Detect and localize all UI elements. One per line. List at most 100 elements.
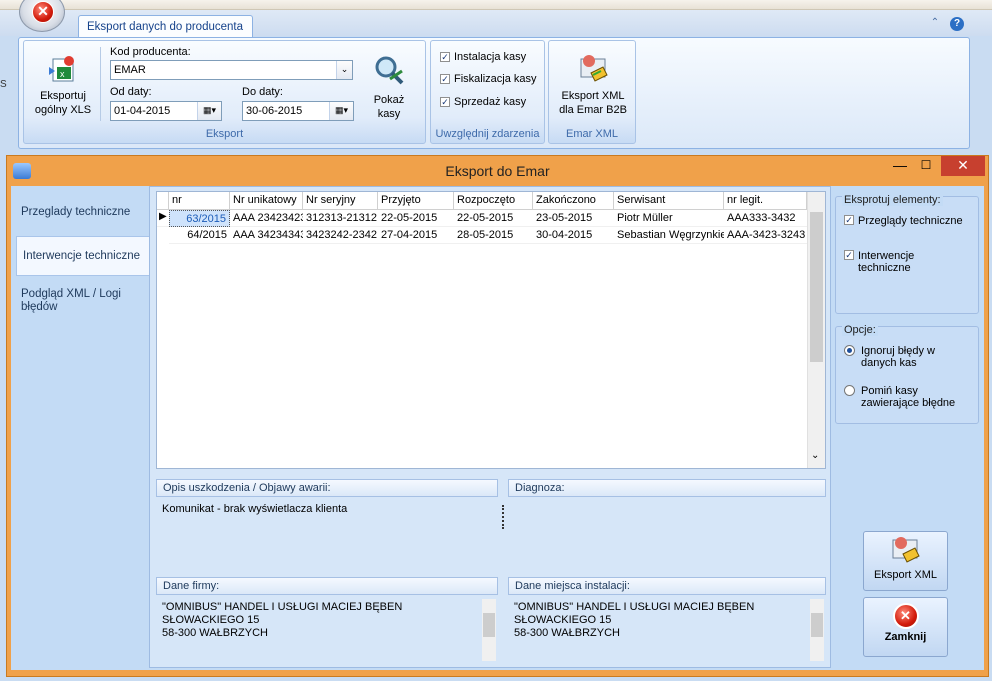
check-icon: ✓: [440, 74, 450, 84]
dialog-client-area: Przeglady techniczne Interwencje technic…: [11, 186, 984, 670]
table-cell[interactable]: 64/2015: [169, 227, 230, 244]
close-label: Zamknij: [884, 631, 927, 643]
grid-scrollbar[interactable]: ⌄: [807, 192, 825, 468]
table-cell[interactable]: 312313-21312: [303, 210, 378, 227]
nav-tab-interventions[interactable]: Interwencje techniczne: [16, 236, 154, 276]
divider: [100, 47, 101, 121]
fiscal-checkbox[interactable]: ✓ Fiskalizacja kasy: [440, 73, 537, 85]
table-cell[interactable]: AAA-3423-3243: [724, 227, 807, 244]
calendar-icon[interactable]: ▦▾: [197, 102, 221, 120]
company-data-box: Dane firmy: "OMNIBUS" HANDEL I USŁUGI MA…: [156, 577, 498, 665]
install-site-scrollbar[interactable]: [810, 599, 824, 661]
column-header[interactable]: nr legit.: [724, 192, 807, 210]
date-from-field[interactable]: 01-04-2015 ▦▾: [110, 101, 222, 121]
table-cell[interactable]: 30-04-2015: [533, 227, 614, 244]
help-icon[interactable]: ?: [950, 17, 964, 31]
nav-tab-xml-logs[interactable]: Podgląd XML / Logi błędów: [15, 279, 149, 323]
splitter-handle[interactable]: [502, 505, 504, 529]
table-cell[interactable]: 22-05-2015: [454, 210, 533, 227]
ribbon-tab-export[interactable]: Eksport danych do producenta: [78, 15, 253, 38]
table-cell[interactable]: 28-05-2015: [454, 227, 533, 244]
table-cell[interactable]: Piotr Müller: [614, 210, 724, 227]
install-checkbox[interactable]: ✓ Instalacja kasy: [440, 51, 526, 63]
close-button[interactable]: ✕ Zamknij: [863, 597, 948, 657]
producer-value: EMAR: [114, 64, 146, 76]
column-header[interactable]: Nr seryjny: [303, 192, 378, 210]
date-to-label: Do daty:: [242, 86, 283, 98]
app-title-bar: [0, 0, 992, 10]
ignore-errors-label: Ignoruj błędy w danych kas: [861, 345, 935, 369]
options-group: Opcje: Ignoruj błędy w danych kas Pomiń …: [835, 324, 979, 424]
maximize-icon[interactable]: ☐: [913, 158, 939, 176]
reviews-label: Przeglądy techniczne: [858, 215, 963, 227]
window-close-button[interactable]: ✕: [941, 156, 985, 176]
table-cell[interactable]: AAA 34234343: [230, 227, 303, 244]
table-cell[interactable]: 63/2015: [169, 210, 230, 227]
date-to-field[interactable]: 30-06-2015 ▦▾: [242, 101, 354, 121]
company-data-text[interactable]: "OMNIBUS" HANDEL I USŁUGI MACIEJ BĘBEN S…: [156, 595, 498, 646]
producer-select[interactable]: EMAR ⌄: [110, 60, 353, 80]
table-cell[interactable]: 3423242-2342: [303, 227, 378, 244]
minimize-icon[interactable]: —: [887, 158, 913, 176]
install-site-box: Dane miejsca instalacji: "OMNIBUS" HANDE…: [508, 577, 826, 665]
collapse-ribbon-icon[interactable]: ⌃: [928, 17, 942, 31]
scrollbar-thumb[interactable]: [811, 613, 823, 637]
group-label-export: Eksport: [205, 128, 244, 140]
reviews-checkbox[interactable]: ✓ Przeglądy techniczne: [844, 215, 963, 227]
table-cell[interactable]: 23-05-2015: [533, 210, 614, 227]
row-indicator-header: [157, 192, 169, 210]
install-site-text[interactable]: "OMNIBUS" HANDEL I USŁUGI MACIEJ BĘBEN S…: [508, 595, 826, 646]
sale-checkbox[interactable]: ✓ Sprzedaż kasy: [440, 96, 526, 108]
date-to-value: 30-06-2015: [246, 105, 303, 117]
calendar-icon[interactable]: ▦▾: [329, 102, 353, 120]
chevron-down-icon[interactable]: ⌄: [336, 61, 352, 79]
column-header[interactable]: Przyjęto: [378, 192, 454, 210]
table-cell[interactable]: 22-05-2015: [378, 210, 454, 227]
fault-description-text[interactable]: Komunikat - brak wyświetlacza klienta: [156, 497, 498, 522]
ignore-errors-radio[interactable]: Ignoruj błędy w danych kas: [844, 345, 964, 369]
address-line: SŁOWACKIEGO 15: [514, 614, 612, 626]
company-scrollbar[interactable]: [482, 599, 496, 661]
interventions-grid[interactable]: nr Nr unikatowy Nr seryjny Przyjęto Rozp…: [156, 191, 826, 469]
window-title: Eksport do Emar: [445, 163, 550, 179]
interventions-checkbox[interactable]: ✓ Interwencje techniczne: [844, 250, 964, 274]
export-xml-b2b-button[interactable]: Eksport XML dla Emar B2B: [553, 45, 633, 121]
current-row-indicator: ▶: [157, 210, 169, 227]
chevron-down-icon[interactable]: ⌄: [811, 450, 819, 461]
column-header[interactable]: Zakończono: [533, 192, 614, 210]
export-dialog: Eksport do Emar — ☐ ✕ Przeglady technicz…: [6, 155, 989, 677]
excel-export-icon: x: [49, 56, 74, 82]
address-line: 58-300 WAŁBRZYCH: [162, 627, 268, 639]
show-registers-label: Pokaż kasy: [373, 94, 405, 120]
skip-registers-radio[interactable]: Pomiń kasy zawierające błędne: [844, 385, 968, 409]
install-site-header: Dane miejsca instalacji:: [508, 577, 826, 595]
scrollbar-thumb[interactable]: [810, 212, 823, 362]
xml-export-icon: [580, 55, 608, 82]
ribbon-group-xml: Eksport XML dla Emar B2B Emar XML: [548, 40, 636, 144]
scrollbar-thumb[interactable]: [483, 613, 495, 637]
show-registers-button[interactable]: Pokaż kasy: [364, 45, 414, 121]
column-header[interactable]: Serwisant: [614, 192, 724, 210]
sale-label: Sprzedaż kasy: [454, 96, 527, 108]
table-cell[interactable]: Sebastian Węgrzynkie: [614, 227, 724, 244]
address-line: "OMNIBUS" HANDEL I USŁUGI MACIEJ BĘBEN: [162, 601, 403, 613]
options-label: Opcje:: [842, 324, 878, 336]
table-cell[interactable]: AAA333-3432: [724, 210, 807, 227]
check-icon: ✓: [440, 52, 450, 62]
table-cell[interactable]: 27-04-2015: [378, 227, 454, 244]
column-header[interactable]: Nr unikatowy: [230, 192, 303, 210]
diagnosis-box: Diagnoza:: [508, 479, 826, 567]
radio-selected-icon: [844, 345, 855, 356]
export-xls-button[interactable]: x Eksportuj ogólny XLS: [32, 45, 94, 121]
check-icon: ✓: [844, 215, 854, 225]
left-edge-fragment: S: [0, 79, 7, 90]
table-cell[interactable]: AAA 23423423: [230, 210, 303, 227]
close-icon: ✕: [892, 603, 919, 629]
group-label-xml: Emar XML: [566, 128, 618, 140]
export-xml-button[interactable]: Eksport XML: [863, 531, 948, 591]
column-header[interactable]: nr: [169, 192, 230, 210]
nav-tab-reviews[interactable]: Przeglady techniczne: [15, 192, 149, 232]
column-header[interactable]: Rozpoczęto: [454, 192, 533, 210]
producer-label: Kod producenta:: [110, 46, 191, 58]
export-xml-label: Eksport XML: [874, 569, 937, 581]
